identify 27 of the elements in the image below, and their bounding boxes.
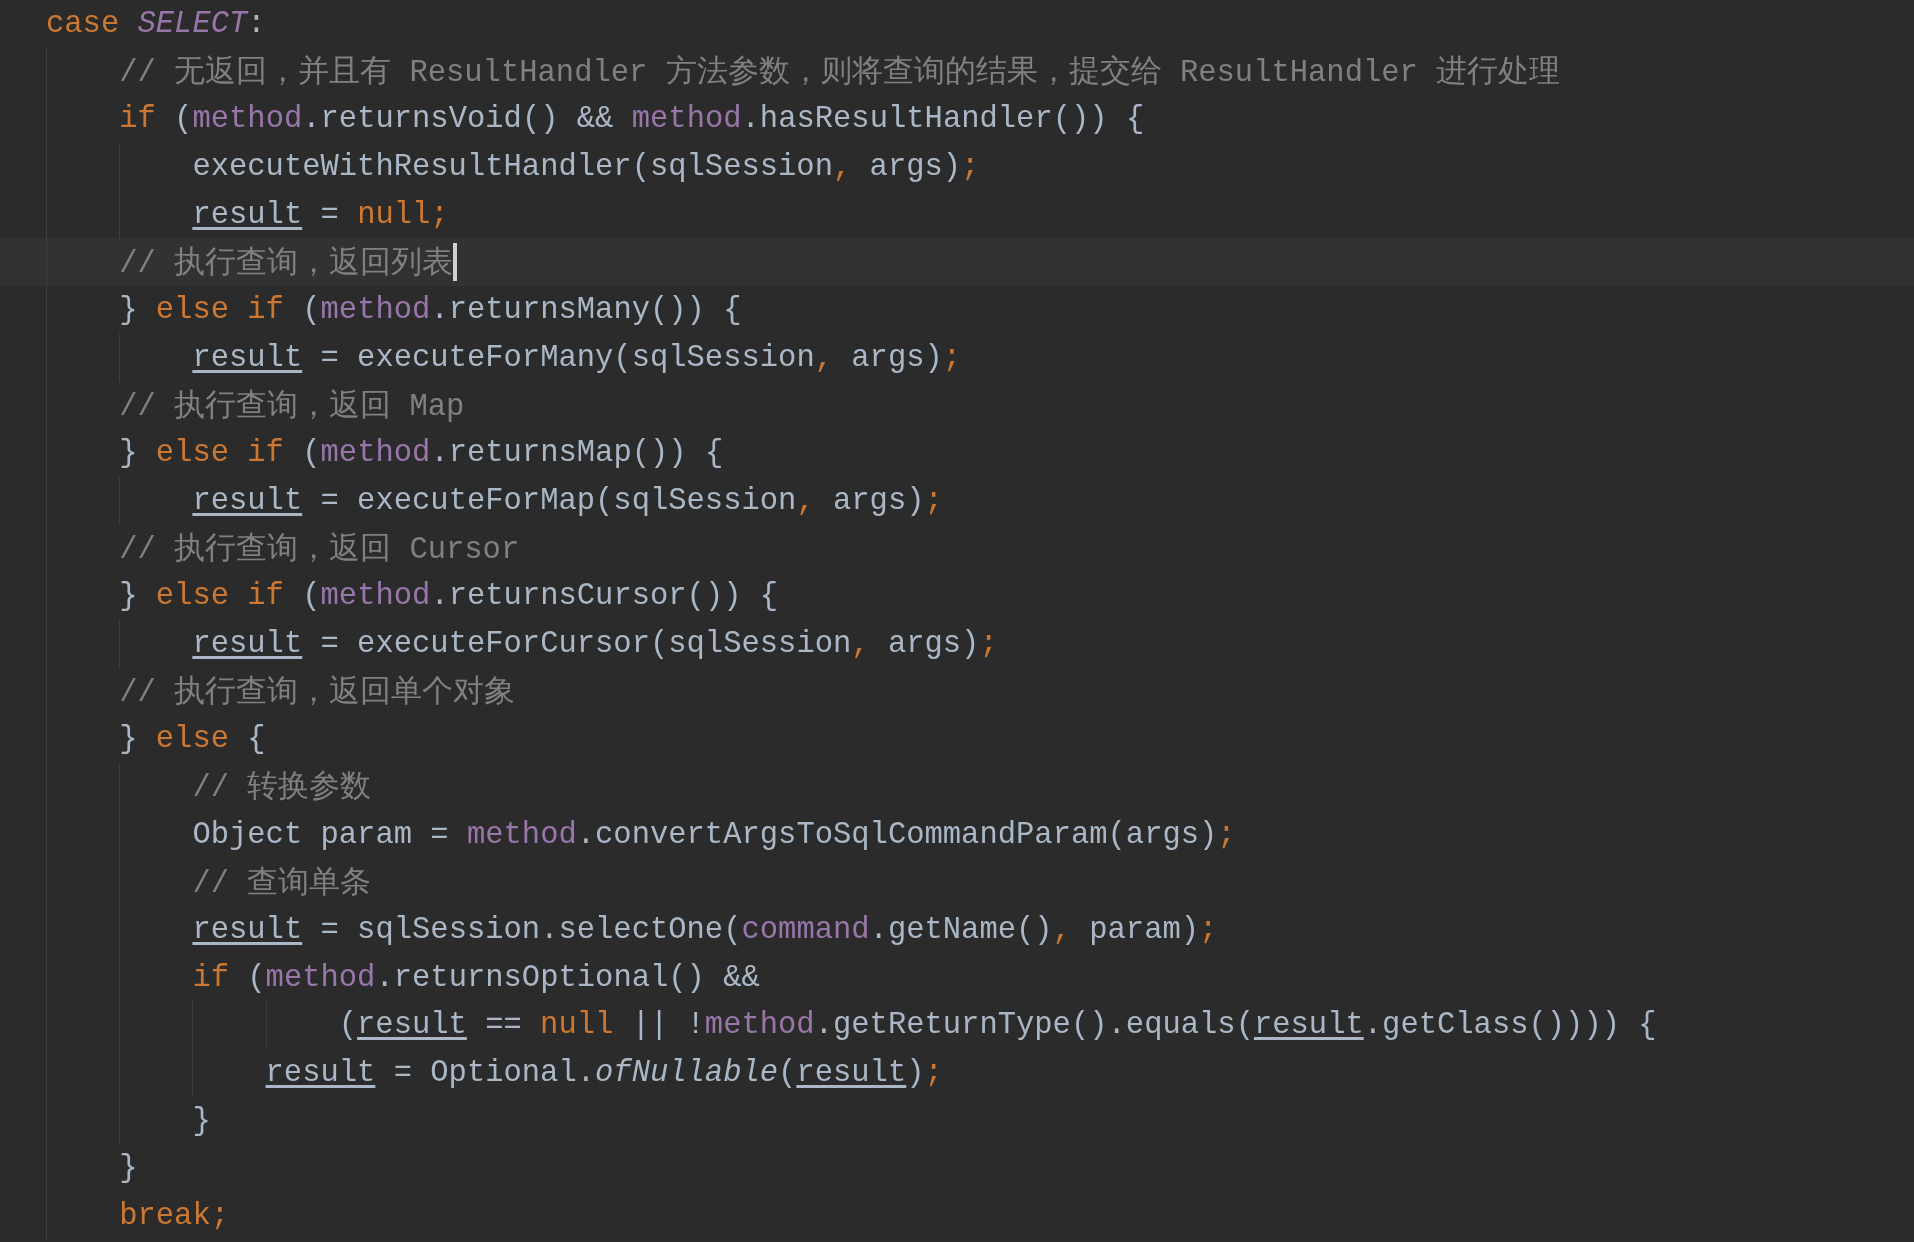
code-line: result = executeForMap(sqlSession, args);	[192, 483, 943, 518]
code-line: Object param = method.convertArgsToSqlCommandParam(args);	[192, 817, 1236, 852]
code-line: result = Optional.ofNullable(result);	[265, 1055, 943, 1090]
code-line: // 执行查询，返回 Cursor	[119, 531, 520, 569]
code-line: // 查询单条	[192, 865, 372, 903]
code-line: executeWithResultHandler(sqlSession, args);	[192, 149, 980, 184]
code-line: } else {	[119, 722, 266, 757]
code-line: } else if (method.returnsCursor()) {	[119, 579, 779, 614]
code-line: }	[119, 1151, 138, 1186]
code-line: }	[192, 1103, 211, 1138]
code-line: result = executeForMany(sqlSession, args);	[192, 340, 962, 375]
code-line: result = sqlSession.selectOne(command.getName(), param);	[192, 912, 1218, 947]
code-line: // 转换参数	[192, 769, 372, 808]
code-line: break;	[119, 1199, 229, 1234]
code-line: // 执行查询，返回单个对象	[119, 674, 516, 712]
code-line: result = executeForCursor(sqlSession, args);	[192, 626, 998, 661]
code-line: // 执行查询，返回列表	[119, 245, 454, 283]
code-line: // 无返回，并且有 ResultHandler 方法参数，则将查询的结果，提交给 ResultHandler 进行处理	[119, 54, 1561, 93]
code-line: if (method.returnsOptional() &&	[192, 960, 760, 995]
code-line: result = null;	[192, 197, 449, 232]
code-line: if (method.returnsVoid() && method.hasResultHandler()) {	[119, 102, 1145, 137]
code-line: (result == null || !method.getReturnType().equals(result.getClass()))) {	[338, 1008, 1657, 1043]
code-line: } else if (method.returnsMap()) {	[119, 436, 724, 471]
code-line: case SELECT:	[46, 6, 266, 41]
code-line: } else if (method.returnsMany()) {	[119, 292, 742, 327]
code-line: // 执行查询，返回 Map	[119, 388, 465, 426]
text-cursor	[453, 243, 458, 282]
